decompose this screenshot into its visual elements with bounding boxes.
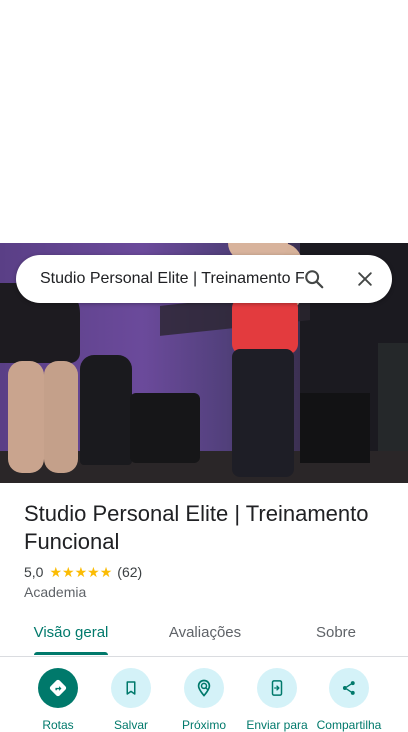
place-title: Studio Personal Elite | Treinamento Func… <box>24 501 369 554</box>
search-bar[interactable]: Studio Personal Elite | Treinamento F <box>16 255 392 303</box>
send-to-phone-icon <box>257 668 297 708</box>
send-to-phone-button[interactable]: Enviar para <box>240 668 314 732</box>
bookmark-icon <box>111 668 151 708</box>
close-icon[interactable] <box>347 261 383 297</box>
map-area-blank <box>0 0 408 243</box>
search-icon[interactable] <box>296 261 332 297</box>
rating-value: 5,0 <box>24 564 44 580</box>
nearby-icon <box>184 668 224 708</box>
star-icon: ★ <box>87 564 100 580</box>
action-label: Compartilha <box>316 718 382 732</box>
star-icon: ★ <box>99 564 113 580</box>
active-tab-indicator <box>34 652 108 655</box>
tab-overview[interactable]: Visão geral <box>28 614 114 654</box>
rating-row[interactable]: 5,0 ★ ★ ★ ★ ★ (62) <box>24 563 142 581</box>
action-label: Rotas <box>42 718 74 732</box>
photo-person <box>232 349 294 477</box>
review-count[interactable]: (62) <box>117 564 142 580</box>
place-category: Academia <box>24 584 87 600</box>
directions-icon <box>38 668 78 708</box>
photo-weight-rack <box>300 393 370 463</box>
share-button[interactable]: Compartilha <box>312 668 386 732</box>
action-label: Enviar para <box>246 718 308 732</box>
star-icon: ★ <box>74 564 88 580</box>
tab-bar: Visão geral Avaliações Sobre <box>0 614 408 657</box>
rating-stars: ★ ★ ★ ★ ★ <box>49 565 112 579</box>
save-button[interactable]: Salvar <box>94 668 168 732</box>
directions-button[interactable]: Rotas <box>21 668 95 732</box>
photo-gym-machine <box>130 393 200 463</box>
star-icon: ★ <box>62 564 75 580</box>
tab-reviews[interactable]: Avaliações <box>160 614 250 654</box>
action-label: Próximo <box>181 718 226 732</box>
search-input[interactable]: Studio Personal Elite | Treinamento F <box>40 255 304 303</box>
photo-gym-machine <box>80 355 132 465</box>
photo-person <box>8 361 44 473</box>
photo-person <box>44 361 78 473</box>
action-buttons: Rotas Salvar Próximo Enviar para Compart… <box>0 668 408 732</box>
tab-about[interactable]: Sobre <box>300 614 372 654</box>
star-icon: ★ <box>49 564 63 580</box>
action-label: Salvar <box>113 718 148 732</box>
photo-person <box>232 298 298 354</box>
share-icon <box>329 668 369 708</box>
nearby-button[interactable]: Próximo <box>167 668 241 732</box>
